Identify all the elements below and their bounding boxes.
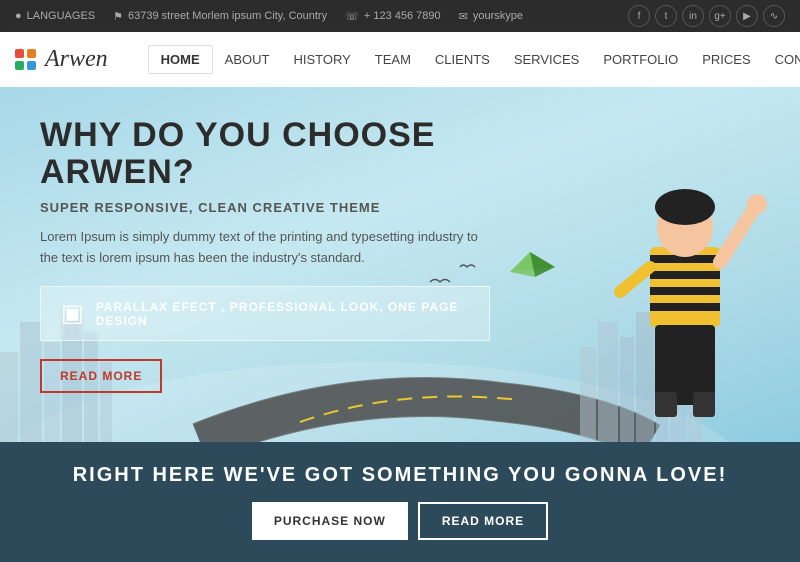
youtube-icon[interactable]: ▶ [736, 5, 758, 27]
logo-sq-red [15, 49, 24, 58]
languages-label: LANGUAGES [27, 10, 95, 22]
hero-headline: WHY DO YOU CHOOSE ARWEN? [40, 117, 560, 192]
top-bar-info: ● LANGUAGES ⚑ 63739 street Morlem ipsum … [15, 10, 523, 23]
bottom-readmore-button[interactable]: READ MORE [418, 502, 548, 540]
logo-squares [15, 49, 37, 71]
logo-sq-orange [27, 49, 36, 58]
top-bar: ● LANGUAGES ⚑ 63739 street Morlem ipsum … [0, 0, 800, 32]
address-item: ⚑ 63739 street Morlem ipsum City, Countr… [113, 10, 327, 23]
nav-links: HOME ABOUT HISTORY TEAM CLIENTS SERVICES… [148, 45, 800, 74]
hero-person-svg [590, 107, 780, 417]
feature-text: PARALLAX EFECT , PROFESSIONAL LOOK, ONE … [96, 300, 469, 328]
hero-content: WHY DO YOU CHOOSE ARWEN? SUPER RESPONSIV… [40, 117, 560, 393]
logo-sq-blue [27, 61, 36, 70]
rss-icon[interactable]: ∿ [763, 5, 785, 27]
nav-about[interactable]: ABOUT [213, 46, 282, 73]
monitor-icon: ▣ [61, 299, 84, 328]
read-more-button[interactable]: READ MORE [40, 359, 162, 393]
address-text: 63739 street Morlem ipsum City, Country [128, 10, 327, 22]
languages-item[interactable]: ● LANGUAGES [15, 10, 95, 22]
facebook-icon[interactable]: f [628, 5, 650, 27]
nav-prices[interactable]: PRICES [690, 46, 762, 73]
logo: Arwen [15, 46, 108, 73]
purchase-button[interactable]: PURCHASE NOW [252, 502, 408, 540]
hero-subtitle: SUPER RESPONSIVE, CLEAN CREATIVE THEME [40, 200, 560, 215]
bottom-section: RIGHT HERE WE'VE GOT SOMETHING YOU GONNA… [0, 442, 800, 562]
nav-portfolio[interactable]: PORTFOLIO [591, 46, 690, 73]
twitter-icon[interactable]: t [655, 5, 677, 27]
nav-contact[interactable]: CONTACT [763, 46, 800, 73]
linkedin-icon[interactable]: in [682, 5, 704, 27]
phone-text: + 123 456 7890 [364, 10, 441, 22]
googleplus-icon[interactable]: g+ [709, 5, 731, 27]
nav-history[interactable]: HISTORY [281, 46, 362, 73]
skype-text: yourskype [473, 10, 523, 22]
nav-services[interactable]: SERVICES [502, 46, 592, 73]
bottom-buttons: PURCHASE NOW READ MORE [20, 502, 780, 540]
nav-clients[interactable]: CLIENTS [423, 46, 502, 73]
skype-item: ✉ yourskype [459, 10, 523, 23]
bottom-title: RIGHT HERE WE'VE GOT SOMETHING YOU GONNA… [20, 464, 780, 487]
social-icons: f t in g+ ▶ ∿ [628, 5, 785, 27]
feature-box: ▣ PARALLAX EFECT , PROFESSIONAL LOOK, ON… [40, 286, 490, 341]
logo-text: Arwen [45, 46, 108, 73]
nav-home[interactable]: HOME [148, 45, 213, 74]
phone-item: ☏ + 123 456 7890 [345, 10, 441, 23]
logo-sq-green [15, 61, 24, 70]
hero-description: Lorem Ipsum is simply dummy text of the … [40, 227, 480, 269]
navbar: Arwen HOME ABOUT HISTORY TEAM CLIENTS SE… [0, 32, 800, 87]
nav-team[interactable]: TEAM [363, 46, 423, 73]
hero-section: WHY DO YOU CHOOSE ARWEN? SUPER RESPONSIV… [0, 87, 800, 442]
